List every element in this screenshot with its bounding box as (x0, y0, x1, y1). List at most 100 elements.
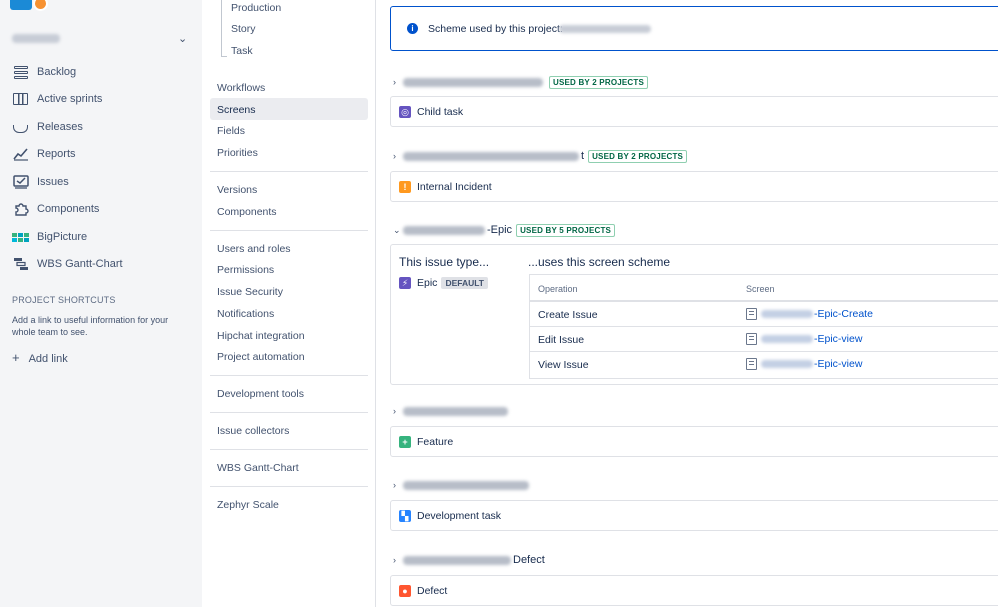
project-sidebar: ⌄ Backlog Active sprints Releases Report… (0, 0, 202, 607)
screen-scheme-column-header: ...uses this screen scheme (528, 255, 671, 269)
incident-icon: ! (399, 181, 411, 193)
issue-type: ▚ Development task (399, 510, 501, 522)
project-badge-icon (33, 0, 48, 11)
menu-divider (210, 230, 368, 231)
issue-type-label: Development task (417, 510, 502, 522)
screen-link[interactable]: -Epic-view (746, 333, 862, 345)
default-lozenge: DEFAULT (441, 277, 488, 289)
chevron-right-icon: › (393, 406, 396, 416)
issue-type-column-header: This issue type... (399, 255, 490, 269)
menu-issuetype-production[interactable]: Production (231, 2, 281, 14)
operation-cell: Edit Issue (538, 334, 585, 346)
scheme-name-redacted (403, 77, 543, 87)
menu-item-versions[interactable]: Versions (217, 184, 257, 196)
screen-icon (746, 333, 757, 345)
scheme-detail-card: This issue type... ...uses this screen s… (390, 244, 998, 385)
operation-cell: View Issue (538, 359, 589, 371)
usage-lozenge: USED BY 2 PROJECTS (588, 149, 688, 163)
sidebar-item-label: Reports (37, 148, 76, 160)
sidebar-item-active-sprints[interactable]: Active sprints (12, 90, 102, 108)
menu-item-issue-security[interactable]: Issue Security (217, 286, 283, 298)
menu-item-screens[interactable]: Screens (217, 104, 256, 116)
menu-divider (210, 171, 368, 172)
scheme-header[interactable]: › USED BY 2 PROJECTS (393, 75, 649, 89)
epic-icon: ⚡ (399, 277, 411, 289)
sidebar-item-components[interactable]: Components (12, 200, 99, 218)
screen-name-redacted (761, 335, 813, 343)
bigpicture-icon (12, 230, 29, 244)
scheme-header[interactable]: › Defect (393, 553, 545, 567)
scheme-card: ! Internal Incident (390, 171, 998, 202)
shortcuts-title: PROJECT SHORTCUTS (12, 295, 116, 305)
defect-icon: ● (399, 585, 411, 597)
menu-divider (210, 412, 368, 413)
feature-icon: + (399, 436, 411, 448)
table-row: Create Issue -Epic-Create (530, 302, 998, 327)
sidebar-item-wbs-gantt[interactable]: WBS Gantt-Chart (12, 255, 123, 273)
screen-name-suffix: -Epic-Create (814, 308, 873, 320)
menu-issuetype-task[interactable]: Task (231, 45, 253, 57)
menu-item-zephyr-scale[interactable]: Zephyr Scale (217, 499, 279, 511)
ship-icon (12, 120, 29, 134)
scheme-card: ● Defect (390, 575, 998, 606)
scheme-header-expanded[interactable]: ⌄ -Epic USED BY 5 PROJECTS (393, 223, 616, 237)
add-link-button[interactable]: + Add link (12, 350, 68, 365)
issue-type-label: Child task (417, 106, 464, 118)
sidebar-item-label: Releases (37, 121, 83, 133)
sidebar-item-label: Components (37, 203, 100, 215)
menu-item-development-tools[interactable]: Development tools (217, 388, 304, 400)
screen-link[interactable]: -Epic-view (746, 358, 862, 370)
table-header: Operation Screen (530, 275, 998, 302)
menu-item-issue-collectors[interactable]: Issue collectors (217, 425, 289, 437)
puzzle-icon (12, 202, 29, 216)
issue-type: ● Defect (399, 585, 447, 597)
chevron-down-icon[interactable]: ⌄ (178, 32, 187, 45)
sidebar-item-issues[interactable]: Issues (12, 173, 69, 191)
sidebar-item-releases[interactable]: Releases (12, 118, 83, 136)
operation-cell: Create Issue (538, 309, 598, 321)
menu-item-wbs-gantt[interactable]: WBS Gantt-Chart (217, 462, 299, 474)
usage-lozenge: USED BY 2 PROJECTS (549, 75, 649, 89)
sidebar-item-backlog[interactable]: Backlog (12, 63, 76, 81)
scheme-name-suffix: t (581, 150, 585, 162)
menu-item-notifications[interactable]: Notifications (217, 308, 274, 320)
menu-item-priorities[interactable]: Priorities (217, 147, 258, 159)
menu-item-fields[interactable]: Fields (217, 125, 245, 137)
screen-icon (746, 358, 757, 370)
add-link-label: Add link (28, 353, 68, 365)
screen-name-redacted (761, 310, 813, 318)
issue-type-label: Epic (417, 277, 438, 289)
sidebar-item-reports[interactable]: Reports (12, 145, 76, 163)
screen-icon (746, 308, 757, 320)
sidebar-item-bigpicture[interactable]: BigPicture (12, 228, 87, 246)
issues-icon (12, 175, 29, 189)
menu-item-components[interactable]: Components (217, 206, 277, 218)
scheme-name-redacted[interactable] (559, 25, 651, 33)
development-task-icon: ▚ (399, 510, 411, 522)
menu-item-users-roles[interactable]: Users and roles (217, 243, 291, 255)
scheme-header[interactable]: › (393, 404, 510, 418)
issue-type-epic: ⚡ Epic DEFAULT (399, 277, 488, 289)
project-logo[interactable] (10, 0, 32, 10)
menu-item-permissions[interactable]: Permissions (217, 264, 274, 276)
menu-item-project-automation[interactable]: Project automation (217, 351, 305, 363)
scheme-name-redacted (403, 406, 508, 416)
menu-item-workflows[interactable]: Workflows (217, 82, 265, 94)
usage-lozenge: USED BY 5 PROJECTS (516, 223, 616, 237)
table-row: Edit Issue -Epic-view (530, 327, 998, 352)
scheme-name-redacted (403, 480, 529, 490)
sidebar-item-label: Active sprints (37, 93, 103, 105)
sidebar-item-label: Backlog (37, 66, 77, 78)
menu-item-hipchat[interactable]: Hipchat integration (217, 330, 305, 342)
scheme-header[interactable]: › (393, 478, 531, 492)
scheme-header[interactable]: › t USED BY 2 PROJECTS (393, 149, 688, 163)
screen-link[interactable]: -Epic-Create (746, 308, 873, 320)
scheme-name-redacted (403, 225, 485, 235)
chart-line-icon (12, 147, 29, 161)
chevron-right-icon: › (393, 480, 396, 490)
chevron-right-icon: › (393, 555, 396, 565)
board-columns-icon (12, 92, 29, 106)
screen-name-suffix: -Epic-view (814, 358, 863, 370)
menu-issuetype-story[interactable]: Story (231, 23, 256, 35)
project-name-redacted[interactable] (12, 34, 60, 43)
